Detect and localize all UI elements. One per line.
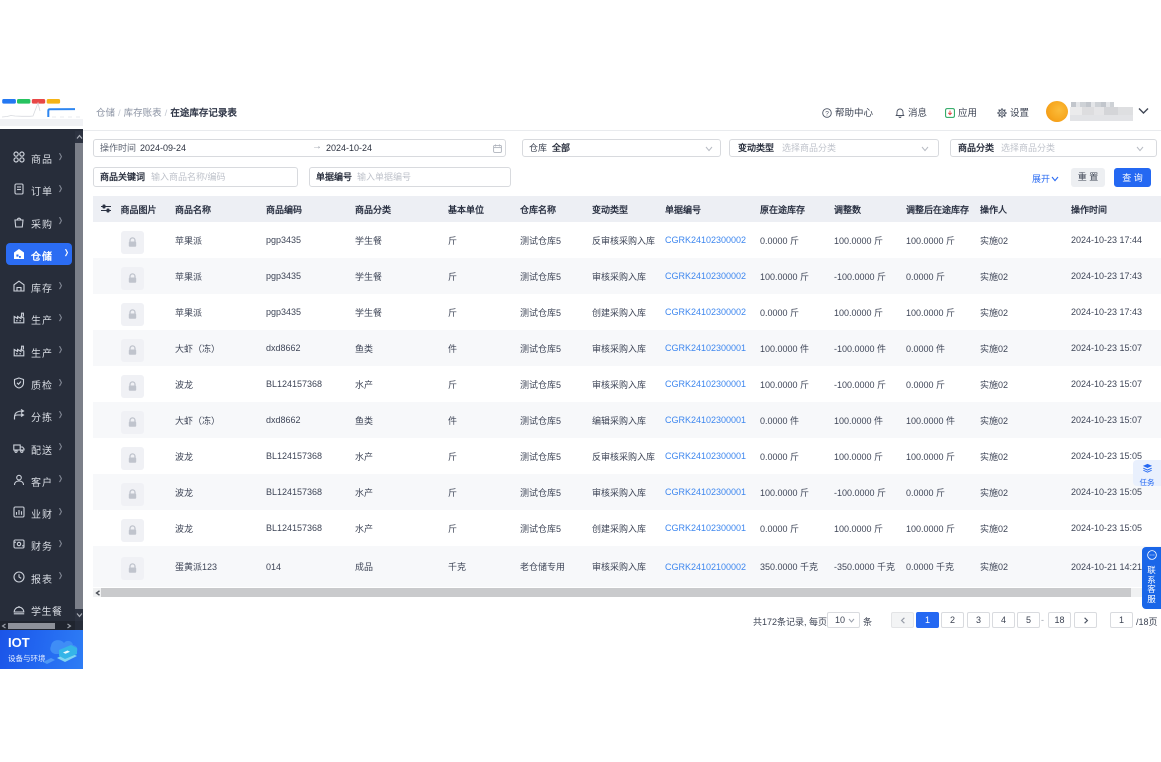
svg-text:?: ?	[825, 110, 829, 117]
